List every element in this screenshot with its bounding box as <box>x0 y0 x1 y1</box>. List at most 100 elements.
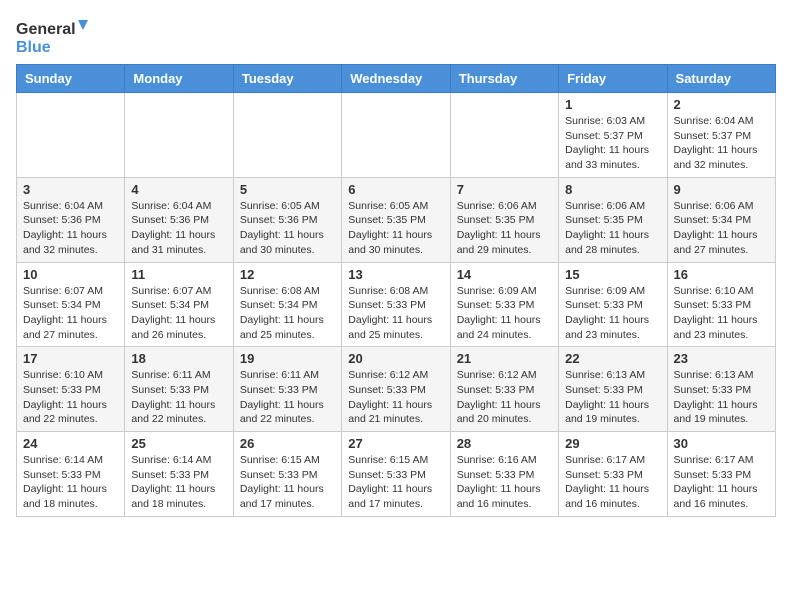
day-cell: 7 Sunrise: 6:06 AMSunset: 5:35 PMDaylight… <box>450 177 558 262</box>
day-number: 20 <box>348 351 443 366</box>
header-sunday: Sunday <box>17 65 125 93</box>
day-number: 3 <box>23 182 118 197</box>
day-number: 29 <box>565 436 660 451</box>
day-number: 24 <box>23 436 118 451</box>
day-number: 17 <box>23 351 118 366</box>
day-info: Sunrise: 6:05 AMSunset: 5:36 PMDaylight:… <box>240 199 335 258</box>
header-monday: Monday <box>125 65 233 93</box>
day-info: Sunrise: 6:08 AMSunset: 5:33 PMDaylight:… <box>348 284 443 343</box>
day-number: 21 <box>457 351 552 366</box>
day-cell: 19 Sunrise: 6:11 AMSunset: 5:33 PMDayligh… <box>233 347 341 432</box>
day-number: 30 <box>674 436 769 451</box>
day-cell: 16 Sunrise: 6:10 AMSunset: 5:33 PMDayligh… <box>667 262 775 347</box>
day-info: Sunrise: 6:03 AMSunset: 5:37 PMDaylight:… <box>565 114 660 173</box>
day-number: 18 <box>131 351 226 366</box>
day-cell: 20 Sunrise: 6:12 AMSunset: 5:33 PMDayligh… <box>342 347 450 432</box>
day-number: 22 <box>565 351 660 366</box>
day-cell: 17 Sunrise: 6:10 AMSunset: 5:33 PMDayligh… <box>17 347 125 432</box>
day-cell: 10 Sunrise: 6:07 AMSunset: 5:34 PMDayligh… <box>17 262 125 347</box>
day-cell: 28Sunrise: 6:16 AMSunset: 5:33 PMDayligh… <box>450 432 558 517</box>
day-number: 16 <box>674 267 769 282</box>
day-number: 5 <box>240 182 335 197</box>
day-info: Sunrise: 6:10 AMSunset: 5:33 PMDaylight:… <box>23 368 118 427</box>
day-cell: 6 Sunrise: 6:05 AMSunset: 5:35 PMDaylight… <box>342 177 450 262</box>
day-number: 27 <box>348 436 443 451</box>
day-number: 25 <box>131 436 226 451</box>
day-info: Sunrise: 6:04 AMSunset: 5:36 PMDaylight:… <box>131 199 226 258</box>
header-thursday: Thursday <box>450 65 558 93</box>
day-info: Sunrise: 6:12 AMSunset: 5:33 PMDaylight:… <box>348 368 443 427</box>
day-cell: 13 Sunrise: 6:08 AMSunset: 5:33 PMDayligh… <box>342 262 450 347</box>
day-number: 26 <box>240 436 335 451</box>
day-info: Sunrise: 6:15 AMSunset: 5:33 PMDaylight:… <box>240 453 335 512</box>
day-cell <box>450 93 558 178</box>
header-friday: Friday <box>559 65 667 93</box>
day-cell: 12 Sunrise: 6:08 AMSunset: 5:34 PMDayligh… <box>233 262 341 347</box>
day-cell: 2Sunrise: 6:04 AMSunset: 5:37 PMDaylight… <box>667 93 775 178</box>
day-number: 6 <box>348 182 443 197</box>
day-number: 19 <box>240 351 335 366</box>
day-number: 11 <box>131 267 226 282</box>
svg-text:General: General <box>16 21 76 38</box>
day-number: 10 <box>23 267 118 282</box>
day-cell <box>233 93 341 178</box>
day-info: Sunrise: 6:06 AMSunset: 5:35 PMDaylight:… <box>457 199 552 258</box>
day-info: Sunrise: 6:07 AMSunset: 5:34 PMDaylight:… <box>23 284 118 343</box>
week-row-5: 24 Sunrise: 6:14 AMSunset: 5:33 PMDayligh… <box>17 432 776 517</box>
day-info: Sunrise: 6:04 AMSunset: 5:36 PMDaylight:… <box>23 199 118 258</box>
day-number: 7 <box>457 182 552 197</box>
logo-svg: GeneralBlue <box>16 16 96 56</box>
day-info: Sunrise: 6:17 AMSunset: 5:33 PMDaylight:… <box>565 453 660 512</box>
day-info: Sunrise: 6:11 AMSunset: 5:33 PMDaylight:… <box>240 368 335 427</box>
day-cell <box>342 93 450 178</box>
day-info: Sunrise: 6:08 AMSunset: 5:34 PMDaylight:… <box>240 284 335 343</box>
day-info: Sunrise: 6:13 AMSunset: 5:33 PMDaylight:… <box>565 368 660 427</box>
day-info: Sunrise: 6:14 AMSunset: 5:33 PMDaylight:… <box>131 453 226 512</box>
header-tuesday: Tuesday <box>233 65 341 93</box>
day-cell: 26 Sunrise: 6:15 AMSunset: 5:33 PMDayligh… <box>233 432 341 517</box>
day-cell: 15Sunrise: 6:09 AMSunset: 5:33 PMDayligh… <box>559 262 667 347</box>
day-number: 2 <box>674 97 769 112</box>
weekday-header-row: SundayMondayTuesdayWednesdayThursdayFrid… <box>17 65 776 93</box>
day-info: Sunrise: 6:06 AMSunset: 5:34 PMDaylight:… <box>674 199 769 258</box>
day-info: Sunrise: 6:06 AMSunset: 5:35 PMDaylight:… <box>565 199 660 258</box>
day-info: Sunrise: 6:10 AMSunset: 5:33 PMDaylight:… <box>674 284 769 343</box>
day-number: 14 <box>457 267 552 282</box>
day-number: 9 <box>674 182 769 197</box>
day-number: 4 <box>131 182 226 197</box>
svg-text:Blue: Blue <box>16 39 51 56</box>
day-cell: 29 Sunrise: 6:17 AMSunset: 5:33 PMDayligh… <box>559 432 667 517</box>
day-info: Sunrise: 6:12 AMSunset: 5:33 PMDaylight:… <box>457 368 552 427</box>
day-cell: 9 Sunrise: 6:06 AMSunset: 5:34 PMDaylight… <box>667 177 775 262</box>
day-info: Sunrise: 6:07 AMSunset: 5:34 PMDaylight:… <box>131 284 226 343</box>
day-info: Sunrise: 6:09 AMSunset: 5:33 PMDaylight:… <box>457 284 552 343</box>
week-row-2: 3 Sunrise: 6:04 AMSunset: 5:36 PMDaylight… <box>17 177 776 262</box>
day-cell: 5 Sunrise: 6:05 AMSunset: 5:36 PMDaylight… <box>233 177 341 262</box>
day-info: Sunrise: 6:05 AMSunset: 5:35 PMDaylight:… <box>348 199 443 258</box>
day-cell: 3 Sunrise: 6:04 AMSunset: 5:36 PMDaylight… <box>17 177 125 262</box>
day-info: Sunrise: 6:14 AMSunset: 5:33 PMDaylight:… <box>23 453 118 512</box>
header-wednesday: Wednesday <box>342 65 450 93</box>
logo: GeneralBlue <box>16 16 96 56</box>
day-number: 12 <box>240 267 335 282</box>
day-cell: 14 Sunrise: 6:09 AMSunset: 5:33 PMDayligh… <box>450 262 558 347</box>
week-row-4: 17 Sunrise: 6:10 AMSunset: 5:33 PMDayligh… <box>17 347 776 432</box>
day-number: 23 <box>674 351 769 366</box>
day-number: 1 <box>565 97 660 112</box>
day-cell: 18 Sunrise: 6:11 AMSunset: 5:33 PMDayligh… <box>125 347 233 432</box>
day-number: 13 <box>348 267 443 282</box>
week-row-3: 10 Sunrise: 6:07 AMSunset: 5:34 PMDayligh… <box>17 262 776 347</box>
day-cell: 1 Sunrise: 6:03 AMSunset: 5:37 PMDaylight… <box>559 93 667 178</box>
day-cell <box>17 93 125 178</box>
day-info: Sunrise: 6:16 AMSunset: 5:33 PMDaylight:… <box>457 453 552 512</box>
day-info: Sunrise: 6:11 AMSunset: 5:33 PMDaylight:… <box>131 368 226 427</box>
day-info: Sunrise: 6:13 AMSunset: 5:33 PMDaylight:… <box>674 368 769 427</box>
day-cell <box>125 93 233 178</box>
header: GeneralBlue <box>16 16 776 56</box>
day-info: Sunrise: 6:15 AMSunset: 5:33 PMDaylight:… <box>348 453 443 512</box>
header-saturday: Saturday <box>667 65 775 93</box>
day-cell: 27 Sunrise: 6:15 AMSunset: 5:33 PMDayligh… <box>342 432 450 517</box>
day-cell: 23 Sunrise: 6:13 AMSunset: 5:33 PMDayligh… <box>667 347 775 432</box>
calendar: SundayMondayTuesdayWednesdayThursdayFrid… <box>16 64 776 517</box>
day-cell: 30Sunrise: 6:17 AMSunset: 5:33 PMDayligh… <box>667 432 775 517</box>
